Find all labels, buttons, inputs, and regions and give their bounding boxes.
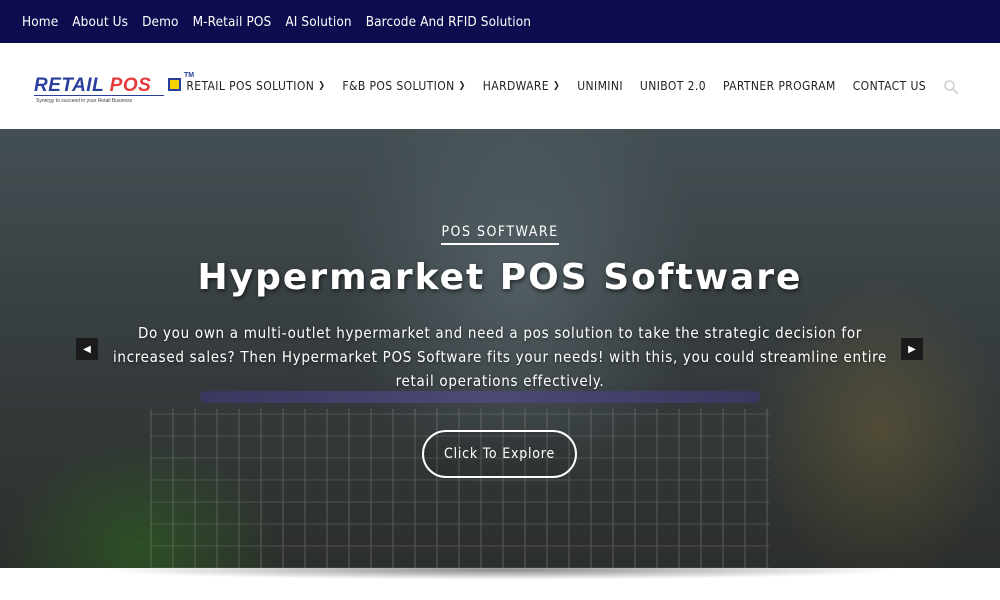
hero-title: Hypermarket POS Software [197, 257, 803, 298]
site-header: RETAIL POS TM Synergy to succeed in your… [0, 43, 1000, 129]
top-link-about-us[interactable]: About Us [72, 14, 128, 30]
top-link-demo[interactable]: Demo [142, 14, 179, 30]
nav-item-unimini[interactable]: UNIMINI [577, 79, 623, 93]
hero-eyebrow-label: POS SOFTWARE [441, 224, 559, 245]
main-nav: RETAIL POS SOLUTION ❯ F&B POS SOLUTION ❯… [169, 43, 926, 129]
top-link-home[interactable]: Home [22, 14, 58, 30]
hero-description: Do you own a multi-outlet hypermarket an… [112, 324, 888, 390]
nav-item-label: UNIBOT 2.0 [639, 79, 706, 93]
chevron-down-icon: ❯ [318, 81, 326, 91]
nav-item-partner-program[interactable]: PARTNER PROGRAM [723, 79, 836, 93]
nav-item-label: HARDWARE [482, 79, 550, 93]
nav-item-label: F&B POS SOLUTION [342, 79, 455, 93]
nav-item-unibot[interactable]: UNIBOT 2.0 [640, 79, 706, 93]
logo-tagline: Synergy to succeed in your Retail Busine… [36, 98, 133, 104]
logo-wordmark: RETAIL POS [34, 75, 151, 97]
nav-item-contact-us[interactable]: CONTACT US [853, 79, 926, 93]
chevron-down-icon: ❯ [458, 81, 466, 91]
nav-item-label: RETAIL POS SOLUTION [186, 79, 315, 93]
page: Home About Us Demo M-Retail POS AI Solut… [0, 0, 1000, 600]
slider-next-button[interactable]: ▶ [901, 338, 923, 360]
explore-button[interactable]: Click To Explore [422, 430, 577, 478]
slider-prev-button[interactable]: ◀ [76, 338, 98, 360]
chevron-down-icon: ❯ [553, 81, 561, 91]
top-link-barcode-rfid[interactable]: Barcode And RFID Solution [366, 14, 531, 30]
chevron-left-icon: ◀ [83, 343, 91, 355]
nav-item-retail-pos-solution[interactable]: RETAIL POS SOLUTION ❯ [186, 79, 325, 93]
nav-item-label: UNIMINI [577, 79, 623, 93]
nav-item-fb-pos-solution[interactable]: F&B POS SOLUTION ❯ [342, 79, 465, 93]
logo-word-pos: POS [109, 75, 152, 96]
hero-eyebrow: POS SOFTWARE [0, 223, 1000, 245]
top-link-ai-solution[interactable]: AI Solution [285, 14, 351, 30]
logo-underline [34, 95, 164, 96]
nav-item-hardware[interactable]: HARDWARE ❯ [483, 79, 560, 93]
nav-item-label: PARTNER PROGRAM [722, 79, 836, 93]
nav-item-label: CONTACT US [852, 79, 926, 93]
chevron-right-icon: ▶ [908, 343, 916, 355]
hero-slider: POS SOFTWARE Hypermarket POS Software Do… [0, 129, 1000, 568]
top-link-m-retail-pos[interactable]: M-Retail POS [193, 14, 272, 30]
search-icon[interactable] [943, 79, 959, 95]
logo-word-retail: RETAIL [34, 75, 104, 96]
top-bar: Home About Us Demo M-Retail POS AI Solut… [0, 0, 1000, 43]
hero-drop-shadow [10, 568, 990, 588]
